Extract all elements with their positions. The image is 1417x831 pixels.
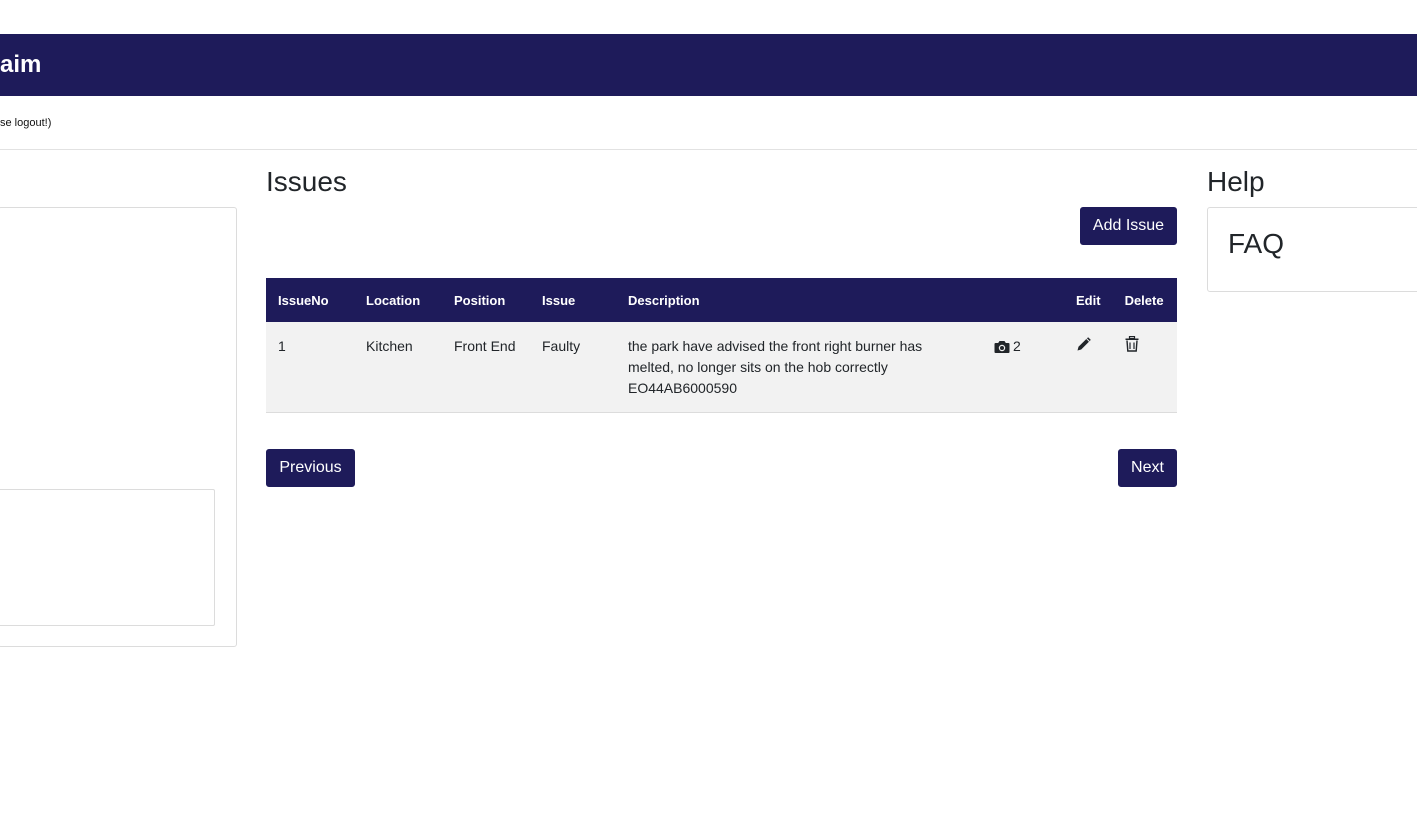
- cell-photos: 2: [982, 322, 1064, 413]
- column-issue: Issue: [530, 278, 616, 322]
- cell-issue-no: 1: [266, 322, 354, 413]
- column-description: Description: [616, 278, 982, 322]
- left-panel-inner-box: [0, 489, 215, 626]
- column-photos: [982, 278, 1064, 322]
- cell-delete: [1112, 322, 1177, 413]
- user-subbar: se logout!): [0, 96, 1417, 150]
- cell-issue: Faulty: [530, 322, 616, 413]
- left-panel-card: [0, 207, 237, 647]
- cell-description: the park have advised the front right bu…: [616, 322, 982, 413]
- table-header-row: IssueNo Location Position Issue Descript…: [266, 278, 1177, 322]
- next-page-button[interactable]: Next: [1118, 449, 1177, 487]
- help-card: FAQ: [1207, 207, 1417, 292]
- table-row: 1 Kitchen Front End Faulty the park have…: [266, 322, 1177, 413]
- column-issue-no: IssueNo: [266, 278, 354, 322]
- cell-edit: [1064, 322, 1113, 413]
- add-issue-button[interactable]: Add Issue: [1080, 207, 1177, 245]
- edit-button[interactable]: [1076, 336, 1092, 352]
- column-location: Location: [354, 278, 442, 322]
- logout-note[interactable]: se logout!): [0, 117, 51, 129]
- brand-title[interactable]: aim: [0, 51, 41, 79]
- issues-table: IssueNo Location Position Issue Descript…: [266, 278, 1177, 413]
- pencil-icon: [1077, 337, 1091, 351]
- issues-title: Issues: [266, 166, 347, 197]
- photos-link[interactable]: 2: [994, 336, 1021, 357]
- help-title: Help: [1207, 166, 1265, 197]
- camera-icon: [994, 340, 1010, 353]
- trash-icon: [1125, 336, 1139, 352]
- previous-page-button[interactable]: Previous: [266, 449, 355, 487]
- column-delete: Delete: [1112, 278, 1177, 322]
- cell-position: Front End: [442, 322, 530, 413]
- delete-button[interactable]: [1125, 336, 1139, 352]
- column-position: Position: [442, 278, 530, 322]
- photo-count: 2: [1013, 338, 1021, 354]
- top-navbar: aim: [0, 34, 1417, 96]
- cell-location: Kitchen: [354, 322, 442, 413]
- column-edit: Edit: [1064, 278, 1113, 322]
- faq-heading[interactable]: FAQ: [1228, 228, 1284, 260]
